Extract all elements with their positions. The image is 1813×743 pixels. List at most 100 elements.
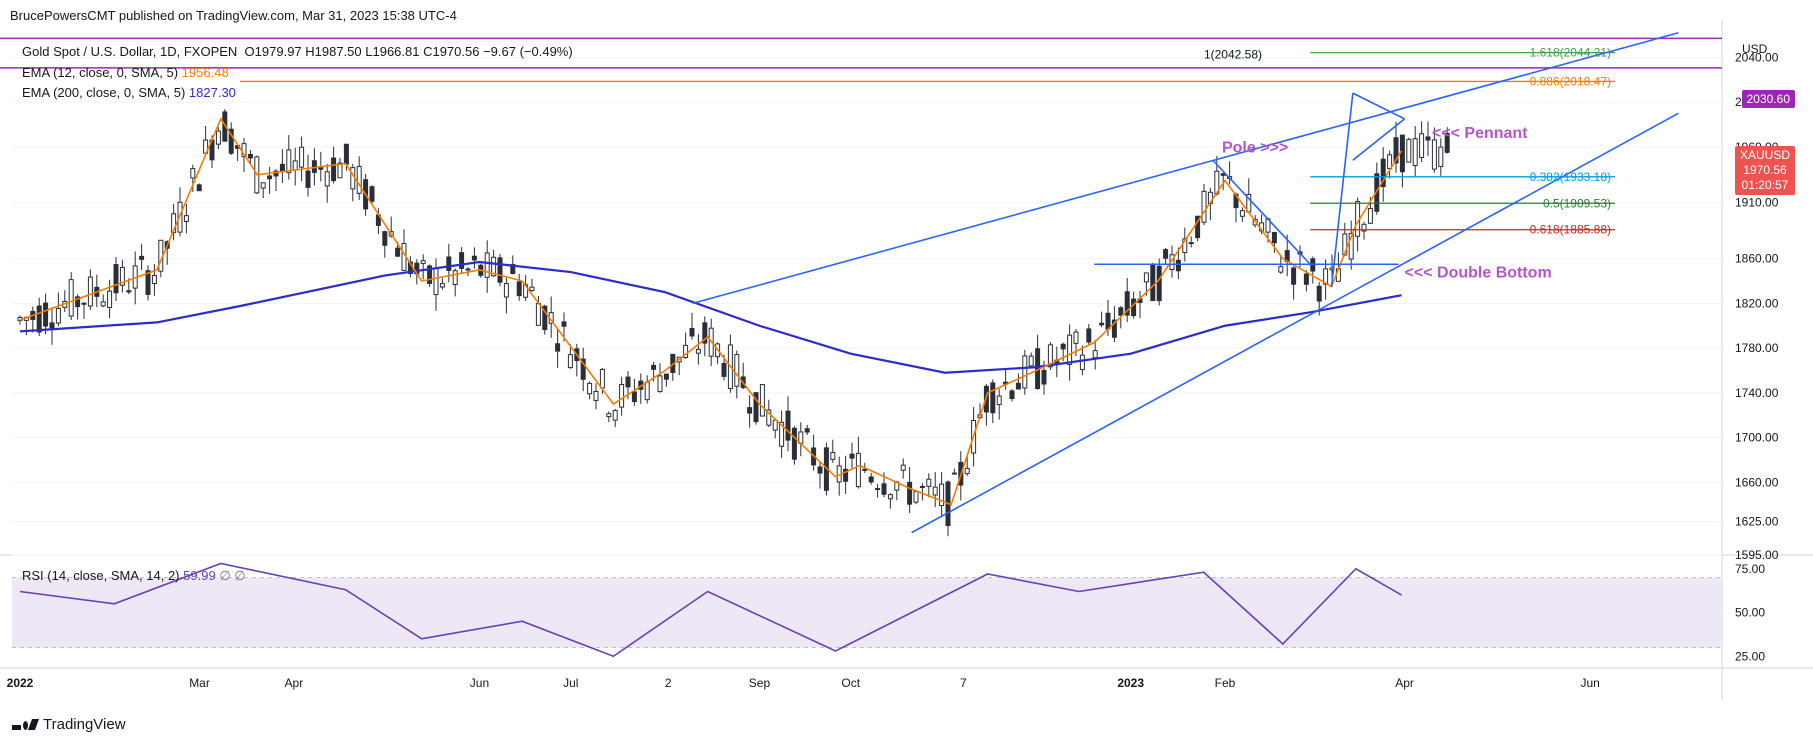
candle-body	[1118, 307, 1124, 316]
price-tick: 1740.00	[1735, 386, 1779, 400]
price-chart[interactable]: 2040.002000.001960.001910.001860.001820.…	[0, 0, 1813, 743]
candle-body	[324, 171, 330, 187]
pole-annotation: Pole >>>	[1222, 139, 1288, 156]
candle-body	[913, 491, 919, 503]
candle-body	[939, 483, 945, 507]
candle-body	[1367, 208, 1373, 224]
ema12-label[interactable]: EMA (12, close, 0, SMA, 5)	[22, 65, 178, 80]
price-unit: USD	[1742, 42, 1768, 56]
candle-body	[49, 322, 55, 330]
candle-body	[535, 303, 541, 326]
rsi-value: 59.99	[183, 568, 216, 583]
candle-body	[446, 256, 452, 271]
fib-label: 0.886(2018.47)	[1530, 74, 1611, 88]
candlesticks	[17, 109, 1450, 537]
time-label: Oct	[841, 676, 860, 690]
candle-body	[1086, 328, 1092, 343]
candle-body	[785, 410, 791, 441]
time-label: Jun	[1581, 676, 1600, 690]
candle-body	[331, 157, 337, 182]
candle-body	[1425, 136, 1431, 141]
ema12-line	[19, 117, 1403, 506]
candle-body	[868, 476, 874, 483]
candle-body	[260, 182, 266, 189]
candle-body	[1163, 249, 1169, 259]
candle-body	[887, 494, 893, 500]
candle-body	[279, 163, 285, 173]
time-label: Mar	[189, 676, 210, 690]
rsi-tick: 25.00	[1735, 649, 1765, 663]
candle-body	[1399, 134, 1405, 173]
candle-body	[862, 468, 868, 471]
ema200-value: 1827.30	[188, 85, 236, 100]
candle-body	[36, 305, 42, 333]
candle-body	[599, 368, 605, 389]
candle-body	[1150, 264, 1156, 302]
candle-body	[43, 302, 49, 327]
candle-body	[1412, 138, 1418, 166]
price-tick: 1820.00	[1735, 296, 1779, 310]
bar-countdown: 01:20:57	[1741, 178, 1789, 192]
time-label: 7	[960, 676, 967, 690]
candle-body	[926, 478, 932, 487]
candle-body	[433, 267, 439, 296]
fib-label: 0.382(1933.18)	[1530, 170, 1611, 184]
candle-body	[567, 354, 573, 369]
candle-body	[855, 452, 861, 488]
candle-body	[1015, 382, 1021, 390]
candle-body	[1067, 334, 1073, 365]
ema200-label[interactable]: EMA (200, close, 0, SMA, 5)	[22, 85, 185, 100]
candle-body	[919, 485, 925, 488]
candle-body	[651, 364, 657, 370]
candle-body	[516, 281, 522, 297]
candle-body	[625, 376, 631, 388]
time-label: 2022	[7, 676, 34, 690]
last-price-label: XAUUSD 1970.56 01:20:57	[1734, 146, 1795, 195]
candle-body	[817, 466, 823, 474]
fib-label: 0.618(1885.88)	[1530, 223, 1611, 237]
candle-body	[503, 283, 509, 298]
time-label: Apr	[1395, 676, 1414, 690]
candle-body	[593, 390, 599, 401]
trend-drawings	[0, 31, 1722, 534]
trendline	[692, 31, 1679, 305]
candle-body	[1188, 242, 1194, 245]
candle-body	[1278, 266, 1284, 273]
rsi-label[interactable]: RSI (14, close, SMA, 14, 2)	[22, 568, 180, 583]
double-bottom-annotation: <<< Double Bottom	[1405, 265, 1552, 282]
candle-body	[561, 321, 567, 327]
candle-body	[657, 375, 663, 393]
candle-body	[1028, 355, 1034, 367]
candle-body	[663, 373, 669, 380]
candle-body	[215, 130, 221, 145]
candle-body	[151, 275, 157, 285]
candle-body	[612, 410, 618, 421]
candle-body	[1239, 210, 1245, 217]
candle-body	[87, 276, 93, 307]
candle-body	[81, 302, 87, 305]
price-tick: 1860.00	[1735, 252, 1779, 266]
rsi-tick: 75.00	[1735, 562, 1765, 576]
tradingview-brand[interactable]: TradingView	[12, 716, 126, 733]
symbol-title[interactable]: Gold Spot / U.S. Dollar, 1D, FXOPEN	[22, 44, 237, 59]
time-label: Jul	[563, 676, 578, 690]
candle-body	[619, 384, 625, 408]
candle-body	[900, 464, 906, 471]
candle-body	[1291, 267, 1297, 285]
candle-body	[964, 467, 970, 475]
symbol-tag: XAUUSD	[1739, 148, 1790, 162]
candle-body	[420, 260, 426, 264]
candle-body	[606, 413, 612, 418]
candle-body	[100, 301, 106, 307]
candle-body	[529, 286, 535, 292]
candle-body	[875, 488, 881, 491]
candle-body	[990, 382, 996, 414]
rsi-band	[12, 577, 1722, 648]
candle-body	[907, 481, 913, 505]
candle-body	[1009, 390, 1015, 400]
candle-body	[1406, 138, 1412, 163]
candle-body	[113, 264, 119, 294]
candle-body	[107, 290, 113, 308]
ohlc-values: O1979.97 H1987.50 L1966.81 C1970.56 −9.6…	[244, 44, 573, 59]
pennant-annotation: <<< Pennant	[1432, 125, 1528, 142]
